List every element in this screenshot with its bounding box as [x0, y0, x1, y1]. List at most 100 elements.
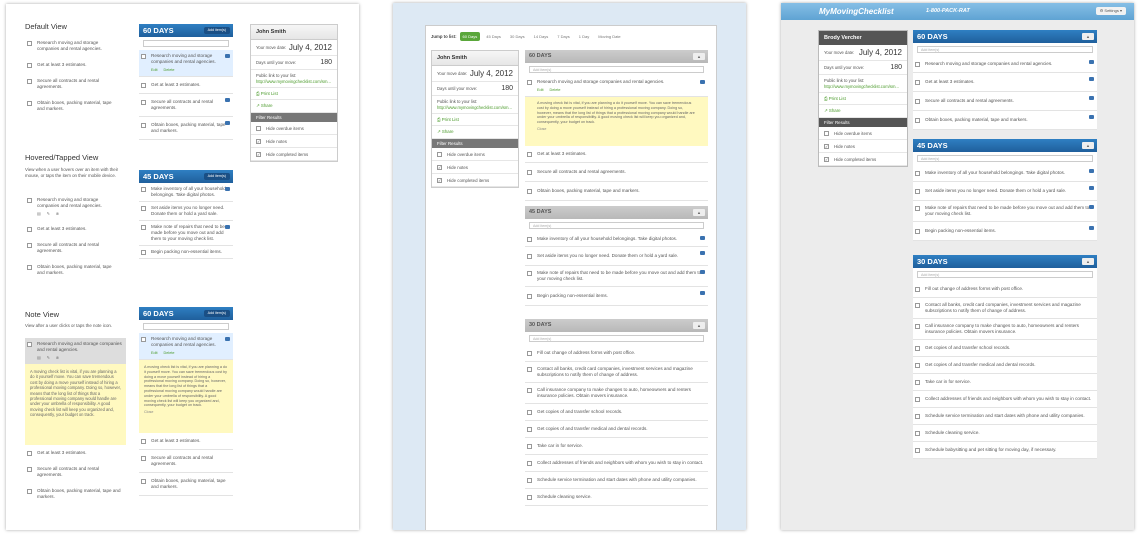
checkbox[interactable]	[527, 271, 532, 276]
add-item-input[interactable]	[143, 323, 229, 330]
checkbox[interactable]	[527, 495, 532, 500]
list-item[interactable]: Schedule babysitting and pet sitting for…	[913, 442, 1097, 459]
filter-overdue[interactable]: Hide overdue items	[819, 127, 907, 140]
add-item-input[interactable]: Add item(s)	[917, 46, 1093, 53]
list-item[interactable]: Make note of repairs that need to be mad…	[139, 221, 233, 246]
site-logo[interactable]: MyMovingChecklist	[819, 7, 894, 16]
settings-button[interactable]: ⚙ Settings ▾	[1095, 7, 1126, 15]
filter-completed[interactable]: Hide completed items	[251, 148, 337, 161]
checkbox[interactable]	[141, 187, 146, 192]
checkbox[interactable]	[527, 478, 532, 483]
list-item[interactable]: Schedule service termination and start d…	[525, 472, 708, 489]
checkbox[interactable]	[915, 118, 920, 123]
checkbox[interactable]	[141, 54, 146, 59]
list-item[interactable]: Call insurance company to make changes t…	[913, 319, 1097, 340]
list-item[interactable]: Make note of repairs that need to be mad…	[525, 266, 708, 287]
checkbox[interactable]	[915, 189, 920, 194]
list-item[interactable]: Make inventory of all your household bel…	[139, 183, 233, 202]
checkbox[interactable]	[915, 363, 920, 368]
checkbox[interactable]	[141, 439, 146, 444]
checkbox[interactable]	[527, 461, 532, 466]
tab-45-days[interactable]: 45 Days	[483, 32, 504, 41]
close-note-link[interactable]: Close	[537, 127, 696, 132]
tab-moving-date[interactable]: Moving Date	[595, 32, 623, 41]
checkbox[interactable]	[27, 243, 32, 248]
list-item[interactable]: Obtain boxes, packing material, tape and…	[25, 261, 120, 279]
list-item[interactable]: Make inventory of all your household bel…	[913, 165, 1097, 182]
list-item-selected[interactable]: Research moving and storage companies an…	[525, 76, 708, 97]
add-item-input[interactable]: Add item(s)	[917, 271, 1093, 278]
list-item[interactable]: Get copies of and transfer school record…	[525, 404, 708, 421]
collapse-icon[interactable]: ▲	[1082, 258, 1094, 265]
list-item[interactable]: Secure all contracts and rental agreemen…	[139, 94, 233, 117]
note-icon[interactable]	[225, 225, 230, 229]
checkbox[interactable]	[527, 351, 532, 356]
checkbox[interactable]	[527, 254, 532, 259]
note-icon[interactable]	[700, 291, 705, 295]
list-item[interactable]: Obtain boxes, packing material, tape and…	[25, 485, 126, 503]
collapse-icon[interactable]: ▲	[1082, 142, 1094, 149]
list-item[interactable]: Research moving and storage companies an…	[25, 37, 120, 55]
collapse-icon[interactable]: ▲	[693, 209, 705, 216]
checkbox[interactable]	[437, 152, 442, 157]
checkbox[interactable]	[27, 101, 32, 106]
filter-notes[interactable]: Hide notes	[432, 161, 518, 174]
share-link[interactable]: ↗ Share	[819, 105, 907, 118]
note-icon[interactable]	[700, 236, 705, 240]
checkbox[interactable]	[915, 346, 920, 351]
note-icon[interactable]: ✎	[47, 211, 50, 217]
checkbox[interactable]	[141, 100, 146, 105]
list-item-hovered[interactable]: Research moving and storage companies an…	[25, 194, 120, 220]
close-note-link[interactable]: Close	[144, 410, 228, 415]
list-item[interactable]: Schedule cleaning service.	[525, 489, 708, 506]
checkbox[interactable]	[141, 225, 146, 230]
checkbox[interactable]	[915, 80, 920, 85]
list-item[interactable]: Secure all contracts and rental agreemen…	[913, 92, 1097, 111]
filter-notes[interactable]: Hide notes	[819, 140, 907, 153]
share-link[interactable]: ↗ Share	[432, 126, 518, 139]
add-item-input[interactable]: Add item(s)	[529, 66, 704, 73]
checkbox[interactable]	[27, 41, 32, 46]
list-item[interactable]: Research moving and storage companies an…	[913, 56, 1097, 73]
checkbox[interactable]	[27, 489, 32, 494]
delete-link[interactable]: Delete	[550, 87, 561, 93]
add-item-button[interactable]: Add item(s)	[203, 27, 230, 34]
delete-link[interactable]: Delete	[164, 350, 175, 356]
edit-link[interactable]: Edit	[151, 350, 158, 356]
list-item[interactable]: Collect addresses of friends and neighbo…	[913, 391, 1097, 408]
list-item-hovered[interactable]: Research moving and storage companies an…	[139, 50, 233, 77]
checkbox[interactable]	[527, 80, 532, 85]
edit-icon[interactable]: ▤	[37, 355, 41, 361]
list-item[interactable]: Get at least 3 estimates.	[25, 447, 126, 459]
checkbox[interactable]	[27, 198, 32, 203]
list-item[interactable]: Schedule service termination and start d…	[913, 408, 1097, 425]
list-item[interactable]: Get at least 3 estimates.	[913, 73, 1097, 92]
print-list-link[interactable]: ⎙ Print List	[251, 88, 337, 100]
checkbox[interactable]	[256, 126, 261, 131]
checkbox[interactable]	[27, 227, 32, 232]
checkbox[interactable]	[527, 237, 532, 242]
list-item[interactable]: Take car in for service.	[913, 374, 1097, 391]
checkbox[interactable]	[915, 171, 920, 176]
add-item-button[interactable]: Add item(s)	[203, 310, 230, 317]
list-item[interactable]: Make inventory of all your household bel…	[525, 232, 708, 247]
checkbox[interactable]	[915, 99, 920, 104]
checkbox[interactable]	[527, 189, 532, 194]
list-item[interactable]: Contact all banks, credit card companies…	[525, 362, 708, 383]
share-link[interactable]: ↗ Share	[251, 100, 337, 113]
checkbox[interactable]	[527, 410, 532, 415]
note-icon[interactable]	[225, 337, 230, 341]
filter-completed[interactable]: Hide completed items	[819, 153, 907, 166]
list-item[interactable]: Collect addresses of friends and neighbo…	[525, 455, 708, 472]
checkbox[interactable]	[915, 414, 920, 419]
note-icon[interactable]	[1089, 60, 1094, 64]
filter-overdue[interactable]: Hide overdue items	[432, 148, 518, 161]
collapse-icon[interactable]: ▲	[693, 322, 705, 329]
checkbox[interactable]	[27, 63, 32, 68]
edit-icon[interactable]: ▤	[37, 211, 41, 217]
tab-60-days[interactable]: 60 Days	[459, 32, 481, 41]
note-icon[interactable]	[225, 98, 230, 102]
tab-30-days[interactable]: 30 Days	[507, 32, 528, 41]
checkbox[interactable]	[141, 83, 146, 88]
filter-overdue[interactable]: Hide overdue items	[251, 122, 337, 135]
